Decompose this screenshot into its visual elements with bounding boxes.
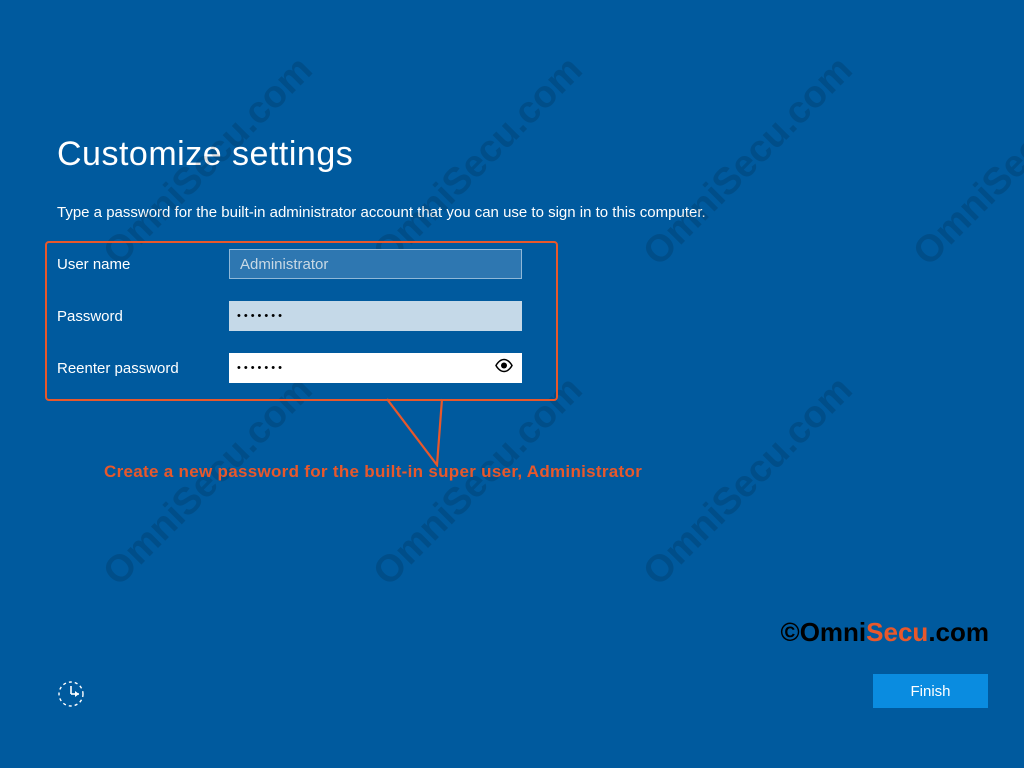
- password-dots: •••••••: [237, 310, 285, 322]
- username-input[interactable]: [229, 249, 522, 279]
- page-title: Customize settings: [57, 135, 967, 174]
- copyright-part1: Omni: [800, 617, 866, 647]
- password-input[interactable]: •••••••: [229, 301, 522, 331]
- annotation-text: Create a new password for the built-in s…: [104, 462, 642, 482]
- reenter-password-dots: •••••••: [237, 362, 285, 374]
- copyright-part2: Secu: [866, 617, 928, 647]
- copyright-text: ©OmniSecu.com: [781, 617, 989, 648]
- username-label: User name: [57, 256, 229, 273]
- instruction-text: Type a password for the built-in adminis…: [57, 204, 967, 221]
- form-area: User name Password ••••••• Reenter passw…: [57, 249, 967, 383]
- copyright-part3: .com: [928, 617, 989, 647]
- callout-tail: [387, 397, 457, 467]
- reveal-password-icon[interactable]: [494, 359, 514, 378]
- ease-of-access-icon[interactable]: [57, 680, 85, 708]
- reenter-password-label: Reenter password: [57, 360, 229, 377]
- finish-button[interactable]: Finish: [873, 674, 988, 708]
- watermark: OmniSecu.com: [635, 368, 861, 594]
- password-label: Password: [57, 308, 229, 325]
- reenter-password-input[interactable]: •••••••: [229, 353, 522, 383]
- copyright-symbol: ©: [781, 617, 800, 647]
